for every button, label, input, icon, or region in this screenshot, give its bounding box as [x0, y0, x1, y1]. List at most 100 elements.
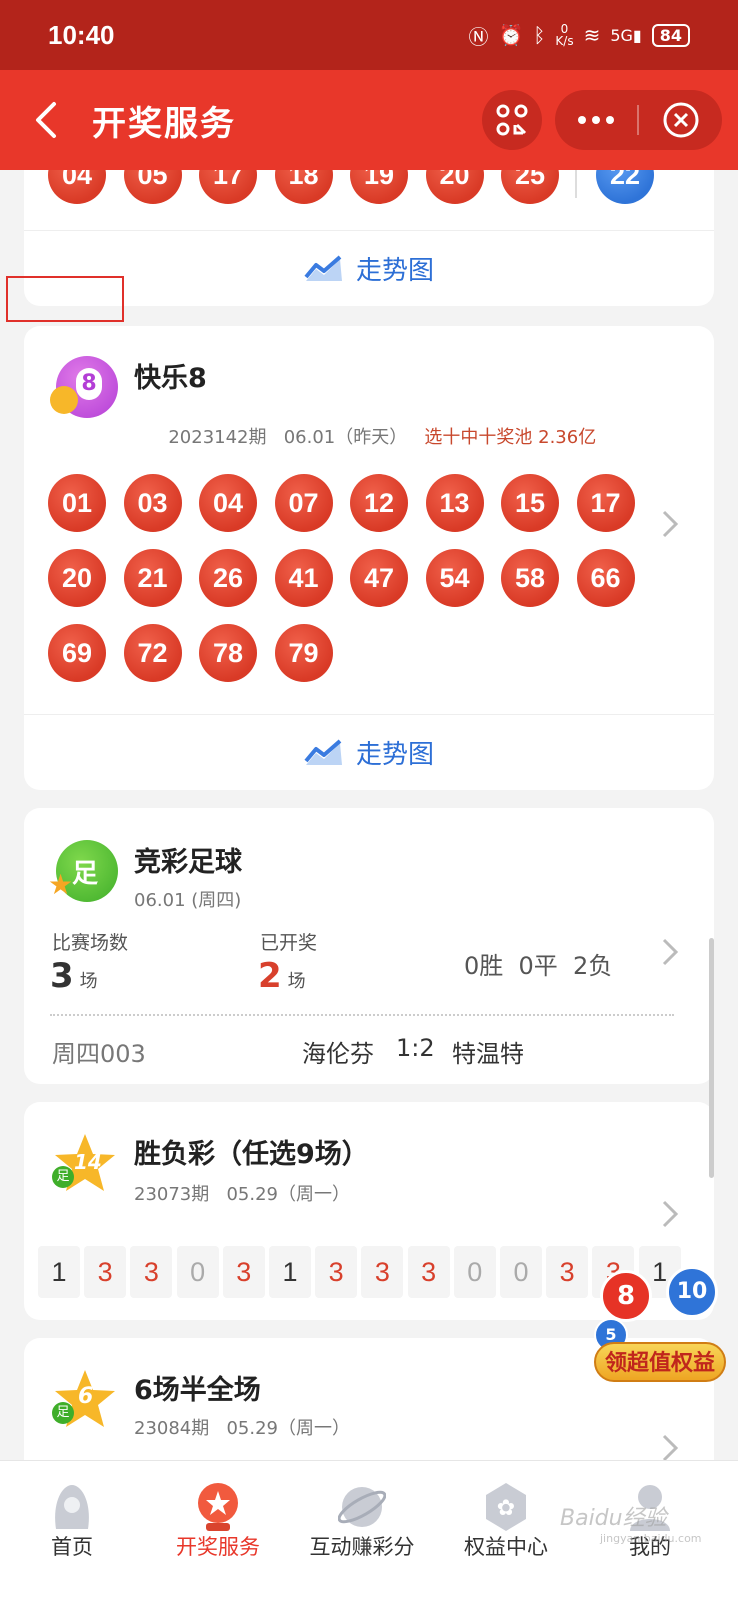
red-ball: 19 — [350, 170, 408, 204]
result-cell: 3 — [546, 1246, 589, 1298]
ball-divider — [575, 170, 577, 198]
red-ball: 05 — [123, 170, 182, 204]
planet-icon — [338, 1487, 386, 1527]
red-ball: 04 — [199, 474, 257, 532]
scrollbar[interactable] — [709, 938, 714, 1178]
promo-ball-b: 10 — [666, 1266, 718, 1318]
match-score: 1:2 — [396, 1034, 435, 1062]
drawn-value: 2 — [258, 956, 282, 996]
promo-floating-button[interactable]: 8 10 5 领超值权益 — [594, 1262, 726, 1410]
red-ball: 07 — [274, 474, 333, 532]
chevron-right-icon[interactable] — [660, 936, 680, 968]
red-ball: 13 — [425, 474, 484, 532]
red-ball: 66 — [576, 549, 635, 607]
close-button[interactable] — [639, 101, 722, 139]
red-ball: 72 — [123, 624, 182, 682]
matches-label: 比赛场数 — [52, 932, 129, 954]
home-icon — [55, 1485, 89, 1529]
kl8-logo-icon: 8 — [50, 356, 118, 418]
football-name: 竞彩足球 — [134, 847, 242, 878]
card-kl8[interactable]: 8 快乐8 2023142期 06.01（昨天） 选十中十奖池 2.36亿 01… — [24, 326, 714, 790]
trend-label: 走势图 — [355, 256, 434, 286]
half-logo-text: 6 — [78, 1384, 94, 1409]
blue-ball: 22 — [596, 170, 654, 204]
kl8-meta: 2023142期 06.01（昨天） 选十中十奖池 2.36亿 — [134, 402, 596, 470]
matches-count: 3场 — [50, 956, 98, 996]
card-previous-lottery[interactable]: 04 05 17 18 19 20 25 22 走势图 — [24, 170, 714, 306]
red-ball: 03 — [123, 474, 182, 532]
more-button[interactable] — [555, 90, 637, 150]
result-cell: 3 — [315, 1246, 358, 1298]
mini-program-capsule — [555, 90, 722, 150]
chevron-right-icon[interactable] — [660, 508, 680, 540]
nav-lottery-service-label: 开奖服务 — [176, 1535, 260, 1559]
drawn-label: 已开奖 — [260, 932, 318, 954]
trend-chart-icon — [304, 254, 342, 281]
nav-home[interactable]: 首页 — [2, 1461, 142, 1600]
status-time: 10:40 — [48, 19, 115, 50]
drawn-unit: 场 — [287, 971, 306, 992]
red-ball: 79 — [274, 624, 333, 682]
kl8-trend-link[interactable]: 走势图 — [24, 714, 714, 790]
half-logo-sub: 足 — [52, 1402, 74, 1424]
red-ball: 17 — [576, 474, 635, 532]
status-bar: 10:40 Ⓝ ⏰ ᛒ 0 K/s ≋ 5G▮ 84 — [0, 0, 738, 70]
result-cell: 1 — [38, 1246, 80, 1298]
half-name: 6场半全场 — [134, 1375, 261, 1406]
highlight-box — [6, 276, 124, 322]
red-ball: 41 — [274, 549, 333, 607]
close-icon — [663, 102, 698, 138]
chevron-right-icon[interactable] — [660, 1198, 680, 1230]
sfc-logo-text: 14 — [74, 1150, 102, 1174]
football-date: 06.01 (周四) — [134, 890, 242, 911]
nav-benefits-center[interactable]: ✿ 权益中心 — [436, 1461, 576, 1600]
result-cell: 0 — [453, 1246, 496, 1298]
red-ball: 78 — [199, 624, 257, 682]
bluetooth-icon: ᛒ — [533, 23, 546, 47]
trend-chart-icon — [304, 738, 342, 765]
net-speed: 0 K/s — [555, 22, 574, 48]
alarm-icon: ⏰ — [498, 23, 524, 47]
status-icons: Ⓝ ⏰ ᛒ 0 K/s ≋ 5G▮ 84 — [468, 21, 690, 50]
scan-button[interactable] — [482, 90, 542, 150]
trend-link[interactable]: 走势图 — [24, 230, 714, 306]
kl8-pool: 选十中十奖池 2.36亿 — [424, 427, 597, 448]
red-ball: 20 — [425, 170, 484, 204]
star-icon: ★ — [48, 868, 74, 901]
kl8-name: 快乐8 — [134, 363, 207, 394]
red-ball: 04 — [48, 170, 106, 204]
football-summary: 0胜 0平 2负 — [464, 952, 613, 980]
half-meta: 23084期 05.29（周一） — [134, 1414, 350, 1440]
kl8-logo-dot — [50, 386, 78, 414]
result-cell: 3 — [407, 1246, 450, 1298]
red-ball: 69 — [48, 624, 106, 682]
nav-interact-points[interactable]: 互动赚彩分 — [292, 1461, 432, 1600]
sfc-name: 胜负彩（任选9场） — [134, 1139, 369, 1170]
red-ball: 17 — [199, 170, 257, 204]
half-date: 05.29（周一） — [226, 1418, 350, 1439]
card-football[interactable]: 足 ★ 竞彩足球 06.01 (周四) 比赛场数 3场 已开奖 2场 0胜 0平… — [24, 808, 714, 1084]
lottery-service-icon — [198, 1483, 238, 1531]
kl8-issue: 2023142期 — [168, 427, 267, 448]
half-issue: 23084期 — [134, 1418, 210, 1439]
page-title: 开奖服务 — [92, 104, 236, 144]
matches-unit: 场 — [79, 971, 98, 992]
nfc-icon: Ⓝ — [468, 24, 489, 49]
back-icon[interactable] — [30, 98, 70, 142]
red-ball: 20 — [48, 549, 106, 607]
nav-lottery-service[interactable]: 开奖服务 — [148, 1461, 288, 1600]
result-cell: 3 — [361, 1246, 404, 1298]
signal-icon: 5G▮ — [610, 25, 642, 45]
match-home: 海伦芬 — [302, 1040, 374, 1068]
red-ball: 26 — [199, 549, 257, 607]
red-ball: 15 — [501, 474, 559, 532]
watermark: Baidu经验 — [560, 1506, 667, 1531]
nav-home-label: 首页 — [51, 1535, 93, 1559]
promo-ball-a: 8 — [600, 1270, 652, 1322]
result-cell: 3 — [130, 1246, 173, 1298]
red-ball: 54 — [425, 549, 484, 607]
red-ball: 01 — [48, 474, 106, 532]
match-id: 周四003 — [52, 1040, 146, 1068]
red-ball: 47 — [350, 549, 408, 607]
football-logo-text: 足 — [72, 859, 99, 889]
